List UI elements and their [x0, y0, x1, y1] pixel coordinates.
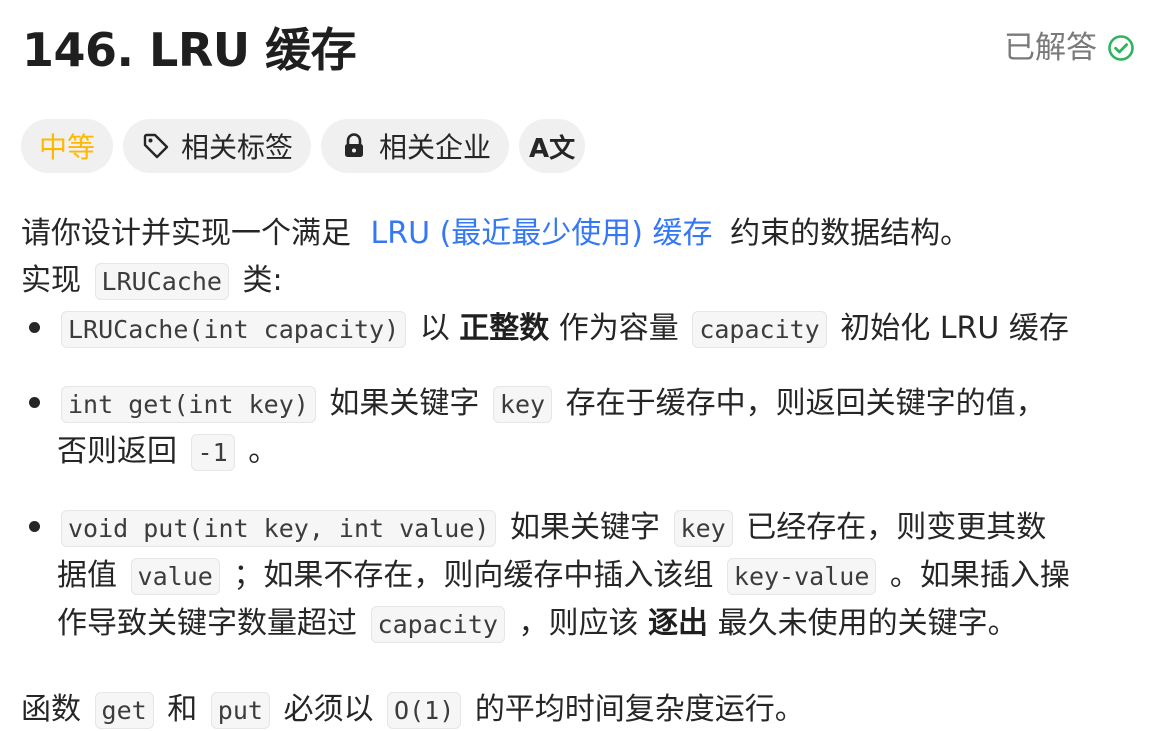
bullet-icon	[29, 322, 40, 333]
list-item: void put(int key, int value) 如果关键字 key 已…	[21, 504, 1136, 648]
item-text: 如果关键字	[329, 386, 480, 421]
item-text: 最久未使用的关键字。	[717, 606, 1018, 641]
difficulty-badge: 中等	[21, 119, 114, 173]
constructor-code: LRUCache(int capacity)	[61, 311, 407, 348]
related-tags-label: 相关标签	[181, 131, 294, 164]
item-text: 作为容量	[558, 311, 679, 346]
big-o-code: O(1)	[387, 692, 462, 729]
item-text: 存在于缓存中，则返回关键字的值，	[565, 386, 1046, 421]
intro-prefix: 请你设计并实现一个满足	[21, 216, 351, 251]
put-code: put	[210, 692, 270, 729]
related-tags-button[interactable]: 相关标签	[123, 119, 312, 173]
check-circle-icon	[1108, 35, 1134, 61]
solved-status: 已解答	[1004, 26, 1135, 70]
intro-suffix: 约束的数据结构。	[730, 216, 971, 251]
bullet-icon	[29, 397, 40, 408]
problem-title: 146. LRU 缓存	[22, 23, 357, 77]
difficulty-label: 中等	[39, 131, 96, 164]
final-text: 和	[167, 692, 198, 727]
item-text: 初始化 LRU 缓存	[840, 311, 1069, 346]
item-text: 如果关键字	[509, 510, 660, 545]
complexity-paragraph: 函数 get 和 put 必须以 O(1) 的平均时间复杂度运行。	[21, 686, 1136, 731]
bullet-icon	[29, 521, 40, 532]
get-code: int get(int key)	[61, 386, 316, 423]
capacity-code: capacity	[370, 606, 505, 643]
list-item-line: 否则返回 -1 。	[57, 428, 1136, 476]
put-code: void put(int key, int value)	[61, 510, 497, 547]
item-text: ；如果不存在，则向缓存中插入该组	[233, 558, 714, 593]
list-item: LRUCache(int capacity) 以 正整数 作为容量 capaci…	[21, 305, 1136, 353]
bold-text: 逐出	[648, 606, 709, 641]
method-list: LRUCache(int capacity) 以 正整数 作为容量 capaci…	[21, 305, 1136, 648]
tag-icon	[143, 133, 169, 159]
problem-page: 146. LRU 缓存 已解答 中等 相关标签 相关企业 A文 请你设计并实现一…	[0, 0, 1153, 731]
solved-label: 已解答	[1004, 30, 1097, 66]
list-item-line: void put(int key, int value) 如果关键字 key 已…	[57, 504, 1136, 552]
lock-icon	[345, 133, 364, 157]
final-text: 的平均时间复杂度运行。	[474, 692, 805, 727]
value-code: value	[130, 558, 220, 595]
capacity-code: capacity	[692, 311, 827, 348]
list-item-line: int get(int key) 如果关键字 key 存在于缓存中，则返回关键字…	[57, 380, 1136, 428]
implement-prefix: 实现	[21, 263, 81, 298]
item-text: 以	[419, 311, 450, 346]
item-text: 。	[248, 434, 279, 469]
item-text: 。如果插入操	[889, 558, 1070, 593]
problem-description: 请你设计并实现一个满足 LRU (最近最少使用) 缓存 约束的数据结构。 实现 …	[21, 210, 1136, 731]
intro-paragraph: 请你设计并实现一个满足 LRU (最近最少使用) 缓存 约束的数据结构。	[21, 210, 1136, 257]
lrucache-code: LRUCache	[94, 263, 229, 300]
item-text: ，则应该	[518, 606, 639, 641]
final-text: 函数	[21, 692, 81, 727]
item-text: 否则返回	[57, 434, 177, 469]
lru-cache-link[interactable]: LRU (最近最少使用) 缓存	[371, 216, 713, 251]
item-text: 据值	[57, 558, 117, 593]
implement-suffix: 类:	[242, 263, 283, 298]
negative-one-code: -1	[190, 434, 235, 471]
list-item: int get(int key) 如果关键字 key 存在于缓存中，则返回关键字…	[21, 380, 1136, 476]
implement-line: 实现 LRUCache 类:	[21, 257, 1136, 305]
final-text: 必须以	[283, 692, 374, 727]
key-code: key	[492, 386, 553, 423]
related-companies-button[interactable]: 相关企业	[321, 119, 510, 173]
get-code: get	[94, 692, 154, 729]
related-companies-label: 相关企业	[379, 131, 492, 164]
item-text: 已经存在，则变更其数	[746, 510, 1047, 545]
item-text: 作导致关键字数量超过	[57, 606, 357, 641]
key-value-code: key-value	[726, 558, 877, 595]
key-code: key	[673, 510, 733, 547]
bold-text: 正整数	[459, 311, 550, 346]
translate-button[interactable]: A文	[519, 119, 586, 173]
translate-icon: A文	[528, 133, 576, 164]
list-item-line: 据值 value ；如果不存在，则向缓存中插入该组 key-value 。如果插…	[57, 552, 1136, 600]
list-item-line: 作导致关键字数量超过 capacity ，则应该 逐出 最久未使用的关键字。	[57, 600, 1136, 648]
problem-tags: 中等 相关标签 相关企业 A文	[21, 119, 586, 173]
